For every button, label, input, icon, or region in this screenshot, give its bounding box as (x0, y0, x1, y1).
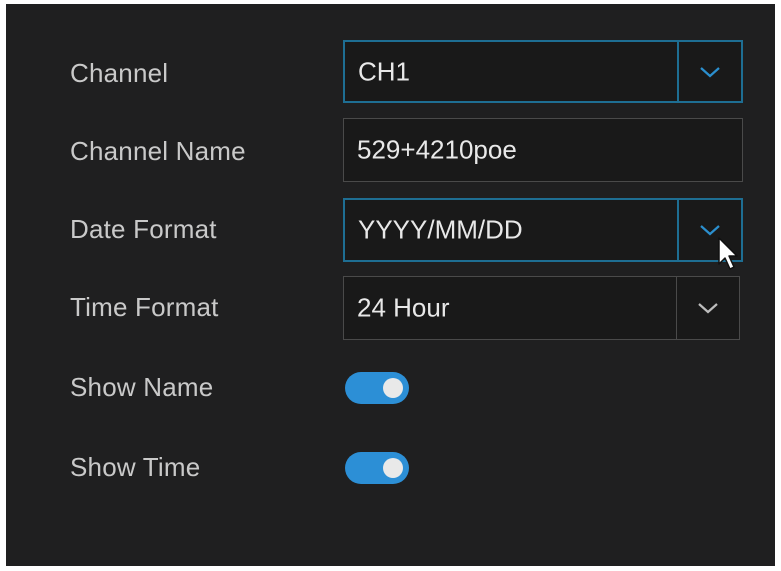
channel-name-label: Channel Name (70, 136, 246, 166)
chevron-down-icon (700, 225, 720, 236)
channel-select-value: CH1 (358, 56, 411, 86)
time-format-dropdown-button[interactable] (676, 277, 739, 339)
date-format-label: Date Format (70, 214, 217, 244)
date-format-select-value: YYYY/MM/DD (358, 214, 523, 245)
channel-select[interactable]: CH1 (343, 40, 743, 103)
chevron-down-icon (700, 66, 720, 77)
chevron-down-icon (698, 303, 718, 314)
show-time-label: Show Time (70, 452, 201, 482)
show-name-label: Show Name (70, 372, 214, 402)
channel-label: Channel (70, 58, 169, 88)
time-format-select-value: 24 Hour (357, 292, 450, 323)
time-format-label: Time Format (70, 292, 219, 322)
toggle-knob (383, 378, 403, 398)
channel-dropdown-button[interactable] (677, 42, 741, 101)
show-name-toggle[interactable] (345, 372, 409, 404)
channel-name-input[interactable]: 529+4210poe (343, 118, 743, 182)
mouse-cursor-icon (718, 237, 738, 270)
show-time-toggle[interactable] (345, 452, 409, 484)
toggle-knob (383, 458, 403, 478)
time-format-select[interactable]: 24 Hour (343, 276, 740, 340)
channel-name-value: 529+4210poe (357, 134, 517, 165)
date-format-select[interactable]: YYYY/MM/DD (343, 198, 743, 262)
osd-settings-panel: Channel CH1 Channel Name 529+4210poe Dat… (6, 4, 775, 566)
